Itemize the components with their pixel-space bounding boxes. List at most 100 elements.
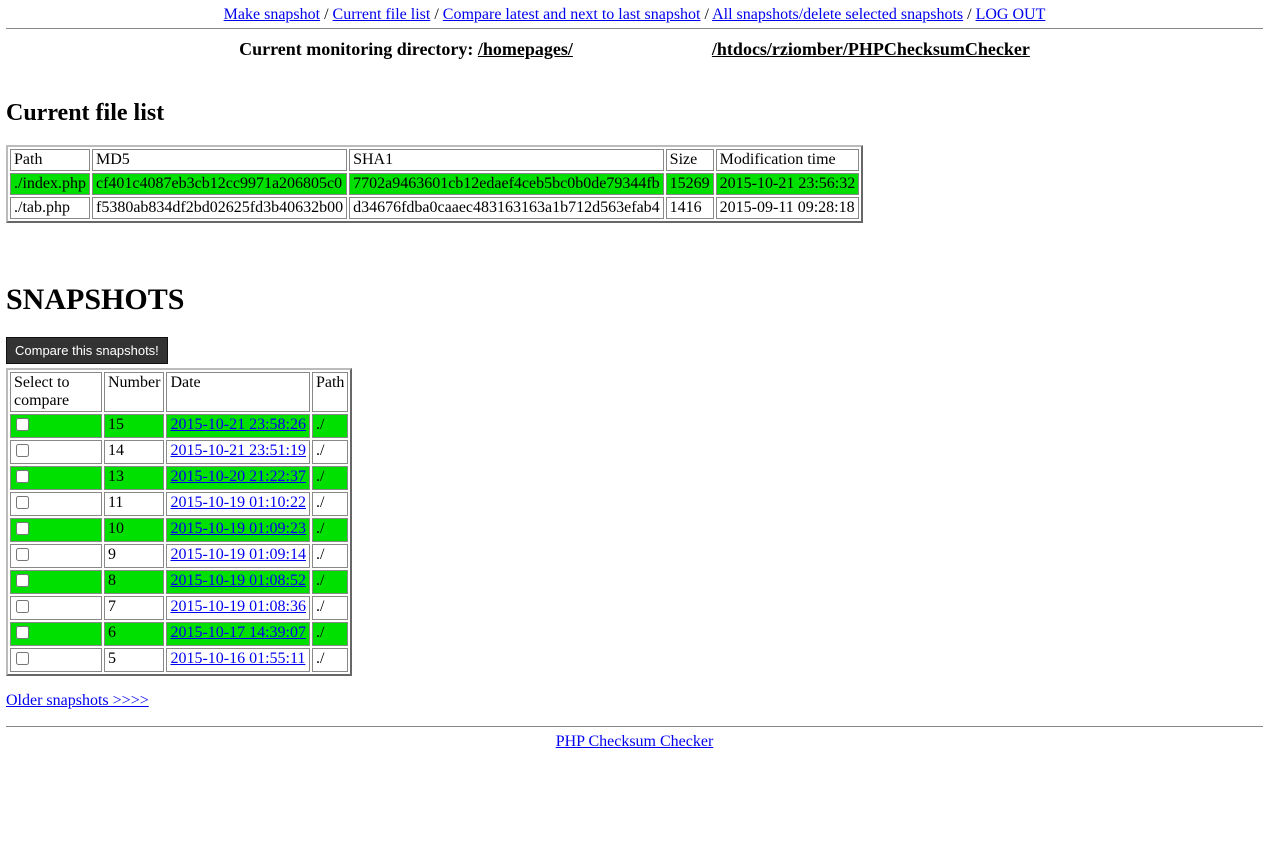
nav-all-snapshots[interactable]: All snapshots/delete selected snapshots: [712, 6, 963, 23]
cell-size: 1416: [666, 197, 714, 219]
cell-sha1: 7702a9463601cb12edaef4ceb5bc0b0de79344fb: [349, 173, 664, 195]
cell-date: 2015-10-16 01:55:11: [166, 648, 310, 672]
cell-select: [10, 622, 102, 646]
table-row: 11 2015-10-19 01:10:22 ./: [10, 492, 348, 516]
cell-select: [10, 648, 102, 672]
nav-compare-latest[interactable]: Compare latest and next to last snapshot: [443, 6, 701, 23]
snapshot-checkbox[interactable]: [16, 470, 29, 483]
cell-date: 2015-10-19 01:08:36: [166, 596, 310, 620]
col-select: Select to compare: [10, 372, 102, 412]
top-nav: Make snapshot / Current file list / Comp…: [6, 6, 1263, 24]
cell-select: [10, 596, 102, 620]
monitoring-path-part1[interactable]: /homepages/: [478, 39, 573, 60]
cell-path: ./index.php: [10, 173, 90, 195]
table-row: 6 2015-10-17 14:39:07 ./: [10, 622, 348, 646]
snapshot-checkbox[interactable]: [16, 418, 29, 431]
cell-path: ./: [312, 570, 348, 594]
snapshot-checkbox[interactable]: [16, 444, 29, 457]
cell-date: 2015-10-19 01:08:52: [166, 570, 310, 594]
cell-select: [10, 414, 102, 438]
nav-sep: /: [967, 6, 975, 23]
cell-path: ./: [312, 492, 348, 516]
snapshot-date-link[interactable]: 2015-10-20 21:22:37: [170, 468, 306, 485]
nav-sep: /: [324, 6, 332, 23]
cell-path: ./: [312, 648, 348, 672]
cell-path: ./: [312, 466, 348, 490]
cell-date: 2015-10-19 01:09:23: [166, 518, 310, 542]
cell-date: 2015-10-19 01:09:14: [166, 544, 310, 568]
table-row: 152015-10-21 23:58:26./: [10, 414, 348, 438]
snapshot-checkbox[interactable]: [16, 574, 29, 587]
cell-date: 2015-10-21 23:58:26: [166, 414, 310, 438]
cell-path: ./: [312, 622, 348, 646]
snapshot-date-link[interactable]: 2015-10-17 14:39:07: [170, 624, 306, 641]
snapshot-checkbox[interactable]: [16, 548, 29, 561]
snapshot-checkbox[interactable]: [16, 600, 29, 613]
col-path: Path: [10, 149, 90, 171]
snapshot-checkbox[interactable]: [16, 626, 29, 639]
cell-number: 7: [104, 596, 164, 620]
cell-select: [10, 570, 102, 594]
table-row: 7 2015-10-19 01:08:36 ./: [10, 596, 348, 620]
older-snapshots-link[interactable]: Older snapshots >>>>: [6, 692, 149, 709]
divider: [6, 28, 1263, 29]
compare-snapshots-button[interactable]: Compare this snapshots!: [6, 337, 168, 364]
snapshots-heading: SNAPSHOTS: [6, 283, 1263, 317]
col-sha1: SHA1: [349, 149, 664, 171]
col-path: Path: [312, 372, 348, 412]
nav-sep: /: [434, 6, 442, 23]
snapshot-date-link[interactable]: 2015-10-21 23:51:19: [170, 442, 306, 459]
snapshot-date-link[interactable]: 2015-10-19 01:08:36: [170, 598, 306, 615]
cell-date: 2015-10-20 21:22:37: [166, 466, 310, 490]
cell-number: 5: [104, 648, 164, 672]
table-row: 5 2015-10-16 01:55:11 ./: [10, 648, 348, 672]
cell-mtime: 2015-09-11 09:28:18: [716, 197, 860, 219]
monitoring-path-part2[interactable]: /htdocs/rziomber/PHPChecksumChecker: [712, 39, 1030, 60]
nav-make-snapshot[interactable]: Make snapshot: [224, 6, 320, 23]
snapshot-checkbox[interactable]: [16, 652, 29, 665]
table-row: 92015-10-19 01:09:14./: [10, 544, 348, 568]
cell-number: 13: [104, 466, 164, 490]
cell-select: [10, 518, 102, 542]
snapshot-checkbox[interactable]: [16, 496, 29, 509]
cell-mtime: 2015-10-21 23:56:32: [716, 173, 860, 195]
cell-select: [10, 544, 102, 568]
cell-number: 9: [104, 544, 164, 568]
footer-link[interactable]: PHP Checksum Checker: [556, 733, 714, 750]
cell-number: 8: [104, 570, 164, 594]
snapshot-date-link[interactable]: 2015-10-21 23:58:26: [170, 416, 306, 433]
cell-number: 11: [104, 492, 164, 516]
snapshot-date-link[interactable]: 2015-10-19 01:09:14: [170, 546, 306, 563]
nav-current-file-list[interactable]: Current file list: [333, 6, 431, 23]
snapshot-date-link[interactable]: 2015-10-19 01:08:52: [170, 572, 306, 589]
cell-path: ./: [312, 596, 348, 620]
snapshot-date-link[interactable]: 2015-10-16 01:55:11: [170, 650, 305, 667]
cell-md5: f5380ab834df2bd02625fd3b40632b00: [92, 197, 347, 219]
cell-number: 14: [104, 440, 164, 464]
monitoring-directory-line: Current monitoring directory: /homepages…: [6, 39, 1263, 60]
snapshot-checkbox[interactable]: [16, 522, 29, 535]
snapshot-date-link[interactable]: 2015-10-19 01:10:22: [170, 494, 306, 511]
cell-number: 10: [104, 518, 164, 542]
cell-path: ./: [312, 440, 348, 464]
cell-date: 2015-10-21 23:51:19: [166, 440, 310, 464]
cell-select: [10, 440, 102, 464]
file-list-header-row: Path MD5 SHA1 Size Modification time: [10, 149, 859, 171]
col-md5: MD5: [92, 149, 347, 171]
cell-path: ./tab.php: [10, 197, 90, 219]
cell-select: [10, 492, 102, 516]
cell-number: 6: [104, 622, 164, 646]
nav-logout[interactable]: LOG OUT: [976, 6, 1046, 23]
col-date: Date: [166, 372, 310, 412]
table-row: 14 2015-10-21 23:51:19 ./: [10, 440, 348, 464]
snapshots-header-row: Select to compare Number Date Path: [10, 372, 348, 412]
table-row: ./index.phpcf401c4087eb3cb12cc9971a20680…: [10, 173, 859, 195]
cell-select: [10, 466, 102, 490]
cell-number: 15: [104, 414, 164, 438]
snapshots-table: Select to compare Number Date Path 15 201…: [6, 368, 352, 676]
cell-sha1: d34676fdba0caaec483163163a1b712d563efab4: [349, 197, 664, 219]
table-row: 8 2015-10-19 01:08:52 ./: [10, 570, 348, 594]
snapshot-date-link[interactable]: 2015-10-19 01:09:23: [170, 520, 306, 537]
col-number: Number: [104, 372, 164, 412]
col-mtime: Modification time: [716, 149, 860, 171]
